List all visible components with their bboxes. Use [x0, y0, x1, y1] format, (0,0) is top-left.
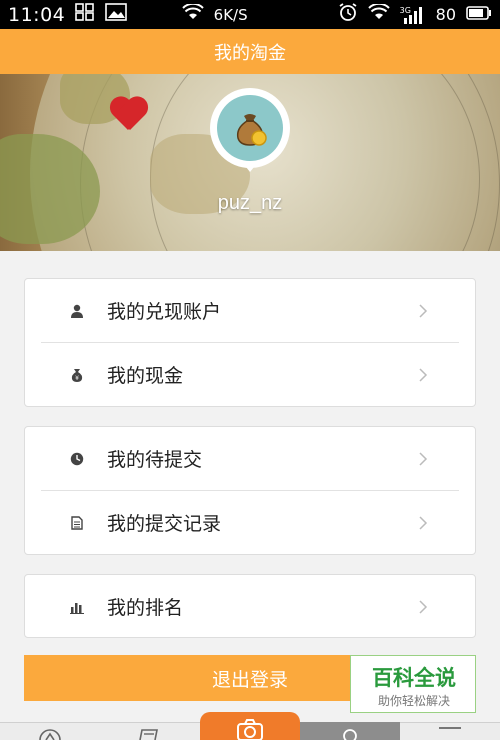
nav-search-icon[interactable]	[337, 728, 363, 740]
battery-icon	[466, 4, 492, 25]
watermark-badge: 百科全说 助你轻松解决	[350, 655, 476, 713]
cash-bag-icon: ¥	[69, 367, 85, 383]
watermark-title: 百科全说	[372, 666, 456, 690]
chevron-right-icon	[415, 451, 431, 467]
menu-item-label: 我的排名	[107, 597, 184, 619]
menu-item-cash[interactable]: ¥ 我的现金	[25, 343, 475, 406]
menu-item-pending[interactable]: 我的待提交	[25, 427, 475, 490]
avatar[interactable]	[210, 88, 290, 172]
menu-item-ranking[interactable]: 我的排名	[25, 575, 475, 638]
battery-percent: 80	[435, 5, 456, 24]
profile-banner: puz_nz	[0, 74, 500, 251]
menu-item-label: 我的兑现账户	[107, 301, 222, 323]
menu-card-account: 我的兑现账户 ¥ 我的现金	[24, 278, 476, 407]
nav-home-icon[interactable]	[37, 728, 63, 740]
grid-icon	[75, 3, 95, 26]
chevron-right-icon	[415, 303, 431, 319]
nav-menu-icon[interactable]	[437, 726, 463, 740]
watermark-subtitle: 助你轻松解决	[377, 694, 450, 708]
menu-item-submission-history[interactable]: 我的提交记录	[25, 491, 475, 554]
menu-item-label: 我的提交记录	[107, 513, 222, 535]
nav-tasks-icon[interactable]	[135, 728, 161, 740]
status-bar: 11:04 6K/S 3G 80	[0, 0, 500, 29]
chevron-right-icon	[415, 367, 431, 383]
status-right: 6K/S 3G 80	[181, 2, 492, 27]
person-icon	[69, 303, 85, 319]
menu-card-submissions: 我的待提交 我的提交记录	[24, 426, 476, 555]
avatar-pointer	[242, 162, 258, 172]
avatar-ring	[210, 88, 290, 168]
money-bag-icon	[217, 95, 283, 161]
svg-text:¥: ¥	[75, 375, 79, 382]
camera-icon	[235, 718, 265, 740]
status-time: 11:04	[8, 3, 66, 26]
image-icon	[105, 3, 128, 26]
clock-icon	[69, 451, 85, 467]
alarm-icon	[338, 2, 358, 27]
wifi-icon	[181, 2, 204, 25]
page-title: 我的淘金	[214, 42, 286, 64]
chevron-right-icon	[415, 599, 431, 615]
network-speed: 6K/S	[213, 5, 248, 24]
menu-item-label: 我的现金	[107, 365, 184, 387]
title-bar: 我的淘金	[0, 29, 500, 74]
heart-pin-icon	[108, 98, 148, 128]
menu-item-cash-account[interactable]: 我的兑现账户	[25, 279, 475, 342]
nav-camera-button[interactable]	[200, 712, 300, 740]
bar-chart-icon	[69, 599, 85, 615]
menu-item-label: 我的待提交	[107, 449, 203, 471]
username: puz_nz	[217, 192, 283, 214]
wifi-signal-icon	[367, 2, 390, 25]
menu-card-ranking: 我的排名	[24, 574, 476, 638]
document-icon	[69, 515, 85, 531]
chevron-right-icon	[415, 515, 431, 531]
cell-signal-icon: 3G	[400, 6, 426, 24]
